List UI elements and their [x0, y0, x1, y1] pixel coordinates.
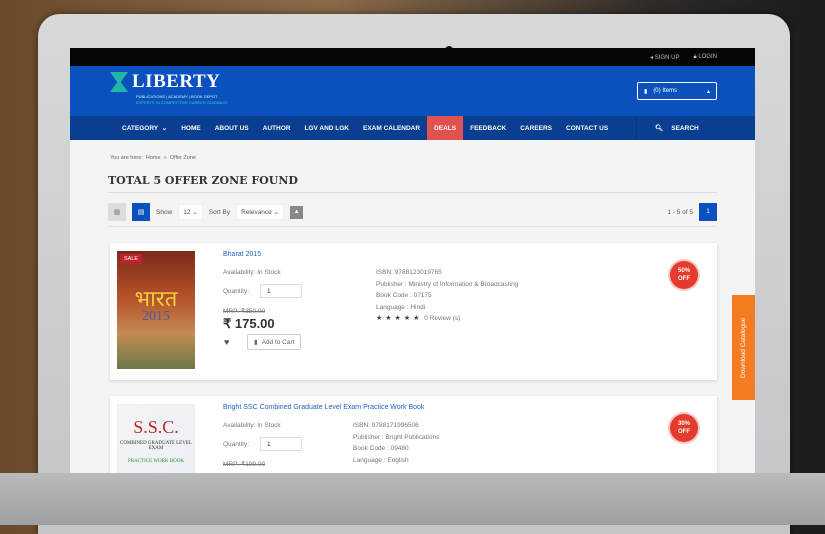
add-to-cart-label: Add to Cart	[261, 338, 295, 346]
product-image[interactable]: SALE भारत 2015	[117, 251, 195, 369]
grid-view-button[interactable]: ▦	[108, 203, 126, 221]
cover-year: 2015	[142, 309, 170, 324]
product-image[interactable]: S.S.C. COMBINED GRADUATE LEVEL EXAM PRAC…	[117, 404, 195, 473]
cover-title: S.S.C.	[133, 417, 179, 437]
login-link[interactable]: 🔒︎ LOGIN	[693, 54, 717, 61]
search-button[interactable]: 🔍︎ SEARCH	[636, 116, 755, 140]
product-card: SALE भारत 2015 Bharat 2015 Availability:…	[110, 243, 717, 380]
main-nav: CATEGORY ⌄ HOME ABOUT US AUTHOR LGV AND …	[70, 116, 755, 140]
search-label: SEARCH	[671, 124, 699, 132]
product-name-link[interactable]: Bharat 2015	[223, 251, 261, 258]
nav-author[interactable]: AUTHOR	[256, 116, 298, 140]
nav-exam-calendar[interactable]: EXAM CALENDAR	[356, 116, 427, 140]
page-1-button[interactable]: 1	[699, 203, 717, 221]
laptop-base	[0, 473, 825, 525]
nav-careers[interactable]: CAREERS	[513, 116, 559, 140]
breadcrumb-prefix: You are here:	[110, 155, 143, 161]
logo-tagline: PUBLICATIONS | ACADEMY | BOOK DEPOT	[136, 94, 218, 99]
nav-contact[interactable]: CONTACT US	[559, 116, 615, 140]
breadcrumb-home[interactable]: Home	[146, 155, 161, 161]
availability: Availability: In Stock	[223, 422, 281, 429]
sort-value: Relevance	[241, 209, 272, 216]
nav-lgv-lgk[interactable]: LGV AND LGK	[297, 116, 356, 140]
publisher: Publisher : Ministry of Information & Br…	[376, 280, 519, 288]
discount-off: OFF	[678, 429, 690, 435]
chevron-down-icon: ⌄	[161, 125, 168, 132]
signup-link[interactable]: ◂ SIGN UP	[650, 54, 679, 61]
cover-subtitle: COMBINED GRADUATE LEVEL EXAM	[120, 441, 192, 451]
product-card: S.S.C. COMBINED GRADUATE LEVEL EXAM PRAC…	[110, 396, 717, 473]
quantity-input[interactable]: 1	[260, 284, 302, 298]
sale-badge: SALE	[120, 254, 143, 264]
bag-icon: ▮	[644, 88, 648, 95]
nav-category[interactable]: CATEGORY ⌄	[115, 116, 174, 140]
cart-button[interactable]: ▮ (0) Items ▴	[637, 82, 717, 100]
breadcrumb: You are here: Home » Offer Zone	[110, 155, 196, 161]
nav-deals[interactable]: DEALS	[427, 116, 464, 140]
list-toolbar: ▦ ▤ Show 12 ⌄ Sort By Relevance ⌄ ▲ 1 - …	[108, 203, 717, 221]
isbn: ISBN: 9788123019765	[376, 269, 442, 276]
language: Language : Hindi	[376, 303, 426, 311]
search-icon: 🔍︎	[655, 125, 664, 132]
discount-value: 30%	[677, 421, 690, 427]
discount-badge: 50% OFF	[670, 261, 698, 289]
logo[interactable]: LIBERTY PUBLICATIONS | ACADEMY | BOOK DE…	[110, 71, 228, 105]
divider	[108, 226, 717, 227]
wishlist-heart-icon[interactable]: ♥	[224, 337, 229, 347]
nav-label: CATEGORY	[122, 124, 159, 132]
nav-about[interactable]: ABOUT US	[208, 116, 256, 140]
bag-icon: ▮	[254, 339, 258, 346]
quantity-label: Quantity:	[223, 288, 250, 295]
site-header: LIBERTY PUBLICATIONS | ACADEMY | BOOK DE…	[70, 66, 755, 116]
logo-tagline-2: EXPERTS IN COMPETITIVE CAREER GUIDANCE	[136, 100, 228, 105]
divider	[108, 192, 717, 193]
mrp: MRP: ₹350.00	[223, 308, 266, 315]
signup-label: SIGN UP	[654, 54, 680, 61]
isbn: ISBN: 9788171996506	[353, 422, 419, 429]
top-bar: ◂ SIGN UP 🔒︎ LOGIN	[70, 48, 755, 66]
book-code: Book Code : 09480	[353, 445, 409, 452]
availability: Availability: In Stock	[223, 269, 281, 276]
review-count[interactable]: 0 Review (s)	[424, 315, 460, 322]
logo-mark-icon	[110, 72, 128, 92]
download-catalogue-tab[interactable]: Download Catalogue	[732, 295, 755, 400]
sort-direction-button[interactable]: ▲	[290, 205, 304, 219]
page-title: TOTAL 5 OFFER ZONE FOUND	[108, 174, 298, 187]
quantity-input[interactable]: 1	[260, 437, 302, 451]
show-label: Show	[156, 208, 173, 216]
product-meta: ISBN: 9788123019765 Publisher : Ministry…	[376, 267, 518, 325]
cover-subtitle-2: PRACTICE WORK BOOK	[127, 459, 185, 464]
discount-off: OFF	[678, 276, 690, 282]
book-code: Book Code : 07175	[376, 292, 432, 299]
mrp: MRP: ₹199.00	[223, 461, 266, 468]
product-name-link[interactable]: Bright SSC Combined Graduate Level Exam …	[223, 404, 424, 411]
show-value: 12	[183, 209, 191, 216]
discount-badge: 30% OFF	[670, 414, 698, 442]
quantity-label: Quantity:	[223, 441, 250, 448]
list-view-button[interactable]: ▤	[132, 203, 150, 221]
show-select[interactable]: 12 ⌄	[178, 204, 203, 220]
price: ₹ 175.00	[223, 316, 275, 331]
cart-label: (0) Items	[653, 88, 677, 94]
breadcrumb-separator: »	[163, 155, 167, 161]
language: Language : English	[353, 456, 409, 464]
caret-up-icon: ▴	[706, 88, 710, 95]
discount-value: 50%	[677, 268, 690, 274]
rating-stars: ★★★★★	[376, 315, 423, 322]
logo-text: LIBERTY	[132, 71, 221, 92]
browser-screen: ◂ SIGN UP 🔒︎ LOGIN LIBERTY PUBLICATIONS …	[70, 48, 755, 473]
breadcrumb-current: Offer Zone	[169, 155, 196, 161]
publisher: Publisher : Bright Publications	[353, 433, 440, 441]
login-label: LOGIN	[698, 53, 717, 60]
product-meta: ISBN: 9788171996506 Publisher : Bright P…	[353, 420, 439, 466]
sort-select[interactable]: Relevance ⌄	[236, 204, 285, 220]
sort-label: Sort By	[208, 208, 231, 216]
nav-feedback[interactable]: FEEDBACK	[463, 116, 513, 140]
results-count: 1 - 5 of 5	[667, 208, 693, 216]
add-to-cart-button[interactable]: ▮ Add to Cart	[247, 334, 302, 350]
nav-home[interactable]: HOME	[174, 116, 208, 140]
